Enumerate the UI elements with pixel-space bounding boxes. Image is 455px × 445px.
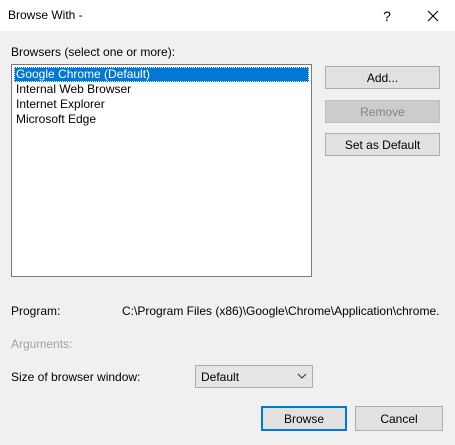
close-button[interactable]	[418, 0, 448, 31]
help-icon: ?	[383, 7, 391, 24]
list-item-google-chrome[interactable]: Google Chrome (Default)	[14, 67, 309, 82]
window-title: Browse With -	[8, 8, 83, 22]
window-size-dropdown[interactable]: Default	[195, 365, 313, 388]
browsers-listbox[interactable]: Google Chrome (Default) Internal Web Bro…	[11, 64, 312, 277]
browsers-label: Browsers (select one or more):	[11, 45, 176, 59]
arguments-label: Arguments:	[11, 337, 73, 351]
title-bar: Browse With - ?	[0, 0, 455, 31]
window-size-value: Default	[201, 369, 240, 384]
close-icon	[427, 10, 439, 21]
list-item-microsoft-edge[interactable]: Microsoft Edge	[14, 112, 309, 127]
program-label: Program:	[11, 304, 61, 318]
set-as-default-button[interactable]: Set as Default	[325, 133, 440, 156]
window-size-label: Size of browser window:	[11, 370, 141, 384]
remove-button[interactable]: Remove	[325, 100, 440, 123]
chevron-down-icon	[297, 373, 307, 379]
list-item-internal-web-browser[interactable]: Internal Web Browser	[14, 82, 309, 97]
browse-button[interactable]: Browse	[261, 406, 347, 431]
list-item-internet-explorer[interactable]: Internet Explorer	[14, 97, 309, 112]
add-button[interactable]: Add...	[325, 66, 440, 89]
help-button[interactable]: ?	[372, 0, 402, 31]
program-path: C:\Program Files (x86)\Google\Chrome\App…	[122, 304, 440, 318]
cancel-button[interactable]: Cancel	[355, 406, 443, 431]
